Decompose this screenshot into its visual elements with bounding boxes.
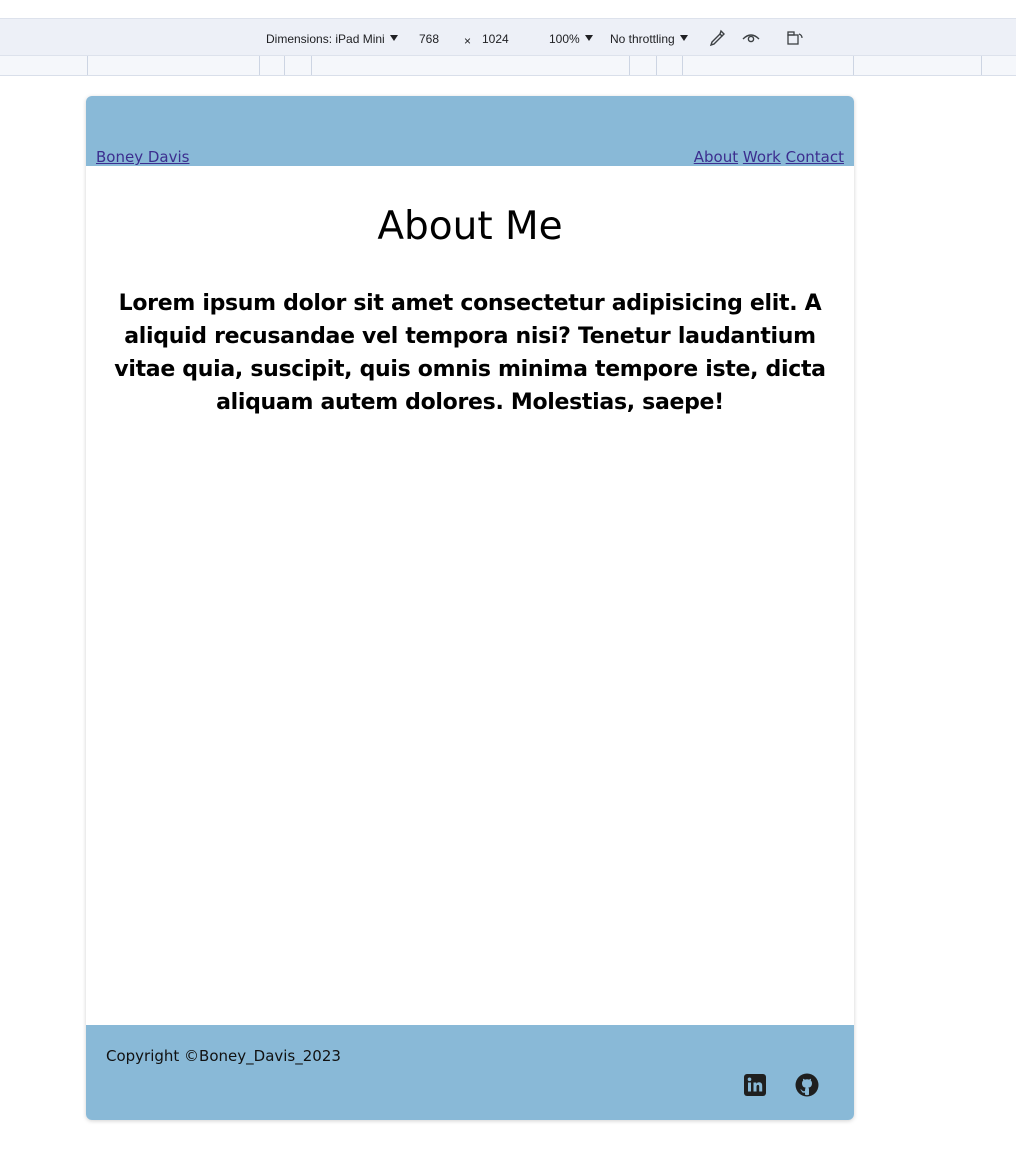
chevron-down-icon [584,35,593,41]
devtools-device-toolbar: Dimensions: iPad Mini 768 × 1024 100% No… [0,18,1016,56]
github-icon [795,1073,819,1097]
ruler-mark [87,56,88,75]
main-content: About Me Lorem ipsum dolor sit amet cons… [86,166,854,1025]
eyedropper-icon[interactable] [707,29,727,47]
github-link[interactable] [795,1073,819,1097]
ruler-mark [284,56,285,75]
nav-link-about[interactable]: About [694,148,738,166]
browser-top-strip [0,0,1016,18]
zoom-dropdown[interactable]: 100% [549,31,593,47]
width-input[interactable]: 768 [419,31,439,47]
ruler-mark [656,56,657,75]
linkedin-link[interactable] [743,1073,767,1097]
main-nav: About Work Contact [694,147,844,167]
ruler-mark [981,56,982,75]
ruler-mark [259,56,260,75]
brand-link[interactable]: Boney Davis [96,147,189,167]
dimensions-dropdown[interactable]: Dimensions: iPad Mini [266,31,398,47]
nav-link-work[interactable]: Work [743,148,781,166]
ruler-mark [311,56,312,75]
rotate-device-icon[interactable] [785,29,805,47]
site-header: Boney Davis About Work Contact [86,96,854,166]
ruler-mark [853,56,854,75]
chevron-down-icon [389,35,398,41]
dimensions-label: Dimensions: iPad Mini [266,32,385,46]
intro-paragraph: Lorem ipsum dolor sit amet consectetur a… [114,291,826,415]
page-title: About Me [377,204,563,249]
nav-link-contact[interactable]: Contact [786,148,844,166]
throttling-dropdown[interactable]: No throttling [610,31,688,47]
ruler-mark [682,56,683,75]
copyright-text: Copyright ©Boney_Davis_2023 [106,1047,341,1065]
media-query-ruler [0,56,1016,76]
eye-icon[interactable] [741,29,761,47]
height-input[interactable]: 1024 [482,31,509,47]
linkedin-icon [744,1074,766,1096]
chevron-down-icon [679,35,688,41]
site-footer: Copyright ©Boney_Davis_2023 [86,1025,854,1120]
device-viewport: Boney Davis About Work Contact About Me … [86,96,854,1120]
ruler-mark [629,56,630,75]
times-symbol: × [464,34,472,48]
throttling-label: No throttling [610,32,675,46]
zoom-label: 100% [549,32,580,46]
